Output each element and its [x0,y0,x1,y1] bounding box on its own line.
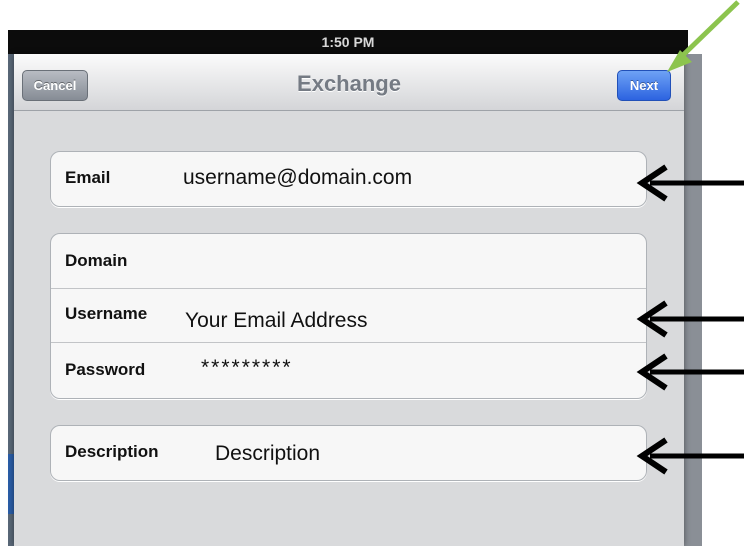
username-row[interactable]: Username Your Email Address [51,288,646,343]
arrow-left-icon [636,437,744,475]
description-label: Description [65,442,159,461]
domain-row[interactable]: Domain [51,234,646,288]
email-row[interactable]: Email username@domain.com [51,152,646,206]
email-field[interactable]: username@domain.com [183,166,412,190]
arrow-left-icon [636,164,744,202]
arrow-left-icon [636,353,744,391]
account-group: Domain Username Your Email Address Passw… [50,233,647,399]
arrow-left-icon [636,300,744,338]
description-row[interactable]: Description Description [51,426,646,480]
email-group: Email username@domain.com [50,151,647,207]
status-bar: 1:50 PM [8,30,688,54]
highlight-arrow-icon [667,0,740,72]
exchange-setup-sheet: Cancel Exchange Next Email username@doma… [14,54,684,546]
password-label: Password [65,360,146,379]
email-label: Email [65,168,111,187]
nav-bar: Cancel Exchange Next [14,54,684,111]
password-row[interactable]: Password ********* [51,342,646,398]
description-field[interactable]: Description [215,442,320,466]
username-label: Username [65,304,148,323]
username-field[interactable]: Your Email Address [185,309,368,333]
description-group: Description Description [50,425,647,481]
status-time: 1:50 PM [321,34,375,50]
page-title: Exchange [297,71,401,96]
password-field[interactable]: ********* [201,356,293,380]
domain-label: Domain [65,251,128,270]
